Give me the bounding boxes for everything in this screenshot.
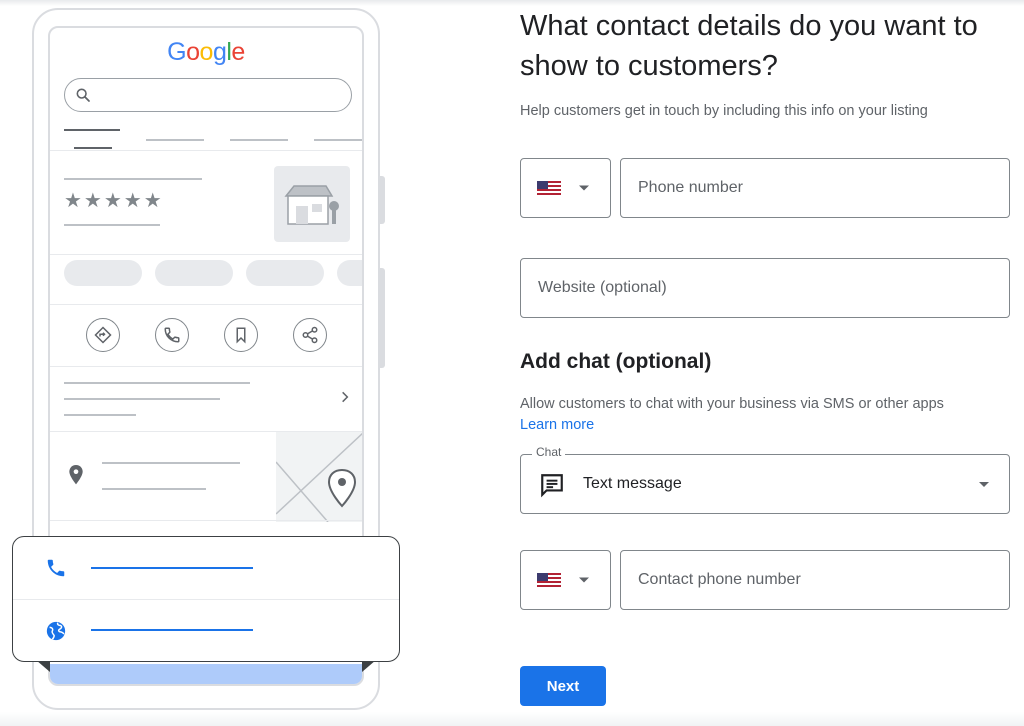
us-flag-icon <box>537 181 561 195</box>
mock-highlight-band <box>50 664 362 684</box>
phone-side-button <box>379 268 385 368</box>
mock-tab <box>230 139 288 141</box>
website-placeholder-line <box>91 629 253 631</box>
chat-select-label: Chat <box>532 445 566 459</box>
us-flag-icon <box>537 573 561 587</box>
mock-tab <box>146 139 204 141</box>
store-icon <box>284 185 339 225</box>
website-field[interactable]: Website (optional) <box>520 258 1010 318</box>
mock-text-line <box>102 488 206 490</box>
mock-tab <box>314 139 362 141</box>
mock-text-line <box>64 178 202 180</box>
phone-icon <box>164 327 180 343</box>
mock-text-line <box>64 224 160 226</box>
map-thumbnail <box>275 432 362 523</box>
next-button[interactable]: Next <box>520 666 606 706</box>
contact-phone-country-select[interactable] <box>520 550 611 610</box>
phone-number-placeholder: Phone number <box>638 179 743 196</box>
chevron-down-icon <box>579 185 589 191</box>
phone-placeholder-line <box>91 567 253 569</box>
phone-country-select[interactable] <box>520 158 611 218</box>
globe-icon <box>46 621 66 641</box>
divider <box>50 150 362 151</box>
mock-chip <box>155 260 233 286</box>
contact-phone-placeholder: Contact phone number <box>638 571 801 588</box>
mock-chip <box>246 260 324 286</box>
page-title: What contact details do you want to show… <box>520 10 978 82</box>
website-placeholder: Website (optional) <box>538 279 667 296</box>
divider <box>50 520 362 521</box>
directions-icon <box>94 326 112 344</box>
mock-search-bar <box>64 78 352 112</box>
chevron-right-icon <box>342 391 349 403</box>
phone-icon <box>47 559 65 577</box>
mock-chip <box>337 260 362 286</box>
contact-highlight-card <box>12 536 400 662</box>
mock-text-line <box>64 382 250 384</box>
chat-selected-value: Text message <box>583 475 682 492</box>
mock-text-line <box>64 414 136 416</box>
help-text: Help customers get in touch by including… <box>520 103 928 119</box>
divider <box>13 599 399 600</box>
share-icon <box>302 326 318 344</box>
chat-section-heading: Add chat (optional) <box>520 350 712 373</box>
phone-number-field[interactable]: Phone number <box>620 158 1010 218</box>
google-logo: Google <box>167 38 245 66</box>
chat-icon <box>541 474 563 498</box>
mock-tab-underline <box>74 147 112 149</box>
rating-stars: ★★★★★ <box>64 190 164 212</box>
divider <box>50 254 362 255</box>
bottom-edge <box>0 712 1024 726</box>
call-button <box>155 318 189 352</box>
chat-description: Allow customers to chat with your busine… <box>520 396 944 412</box>
mock-text-line <box>102 462 240 464</box>
dropdown-arrow-icon <box>979 482 989 487</box>
mock-tab-active <box>64 129 120 131</box>
mock-text-line <box>64 398 220 400</box>
contact-phone-field[interactable]: Contact phone number <box>620 550 1010 610</box>
learn-more-link[interactable]: Learn more <box>520 417 594 433</box>
chevron-down-icon <box>579 577 589 583</box>
store-thumbnail <box>274 166 350 242</box>
phone-side-button <box>379 176 385 224</box>
chat-type-select[interactable]: Text message <box>520 454 1010 514</box>
search-icon <box>76 88 90 102</box>
directions-button <box>86 318 120 352</box>
location-pin-icon <box>69 465 83 485</box>
save-button <box>224 318 258 352</box>
share-button <box>293 318 327 352</box>
mock-chip <box>64 260 142 286</box>
divider <box>50 366 362 367</box>
bookmark-icon <box>236 327 246 344</box>
divider <box>50 304 362 305</box>
